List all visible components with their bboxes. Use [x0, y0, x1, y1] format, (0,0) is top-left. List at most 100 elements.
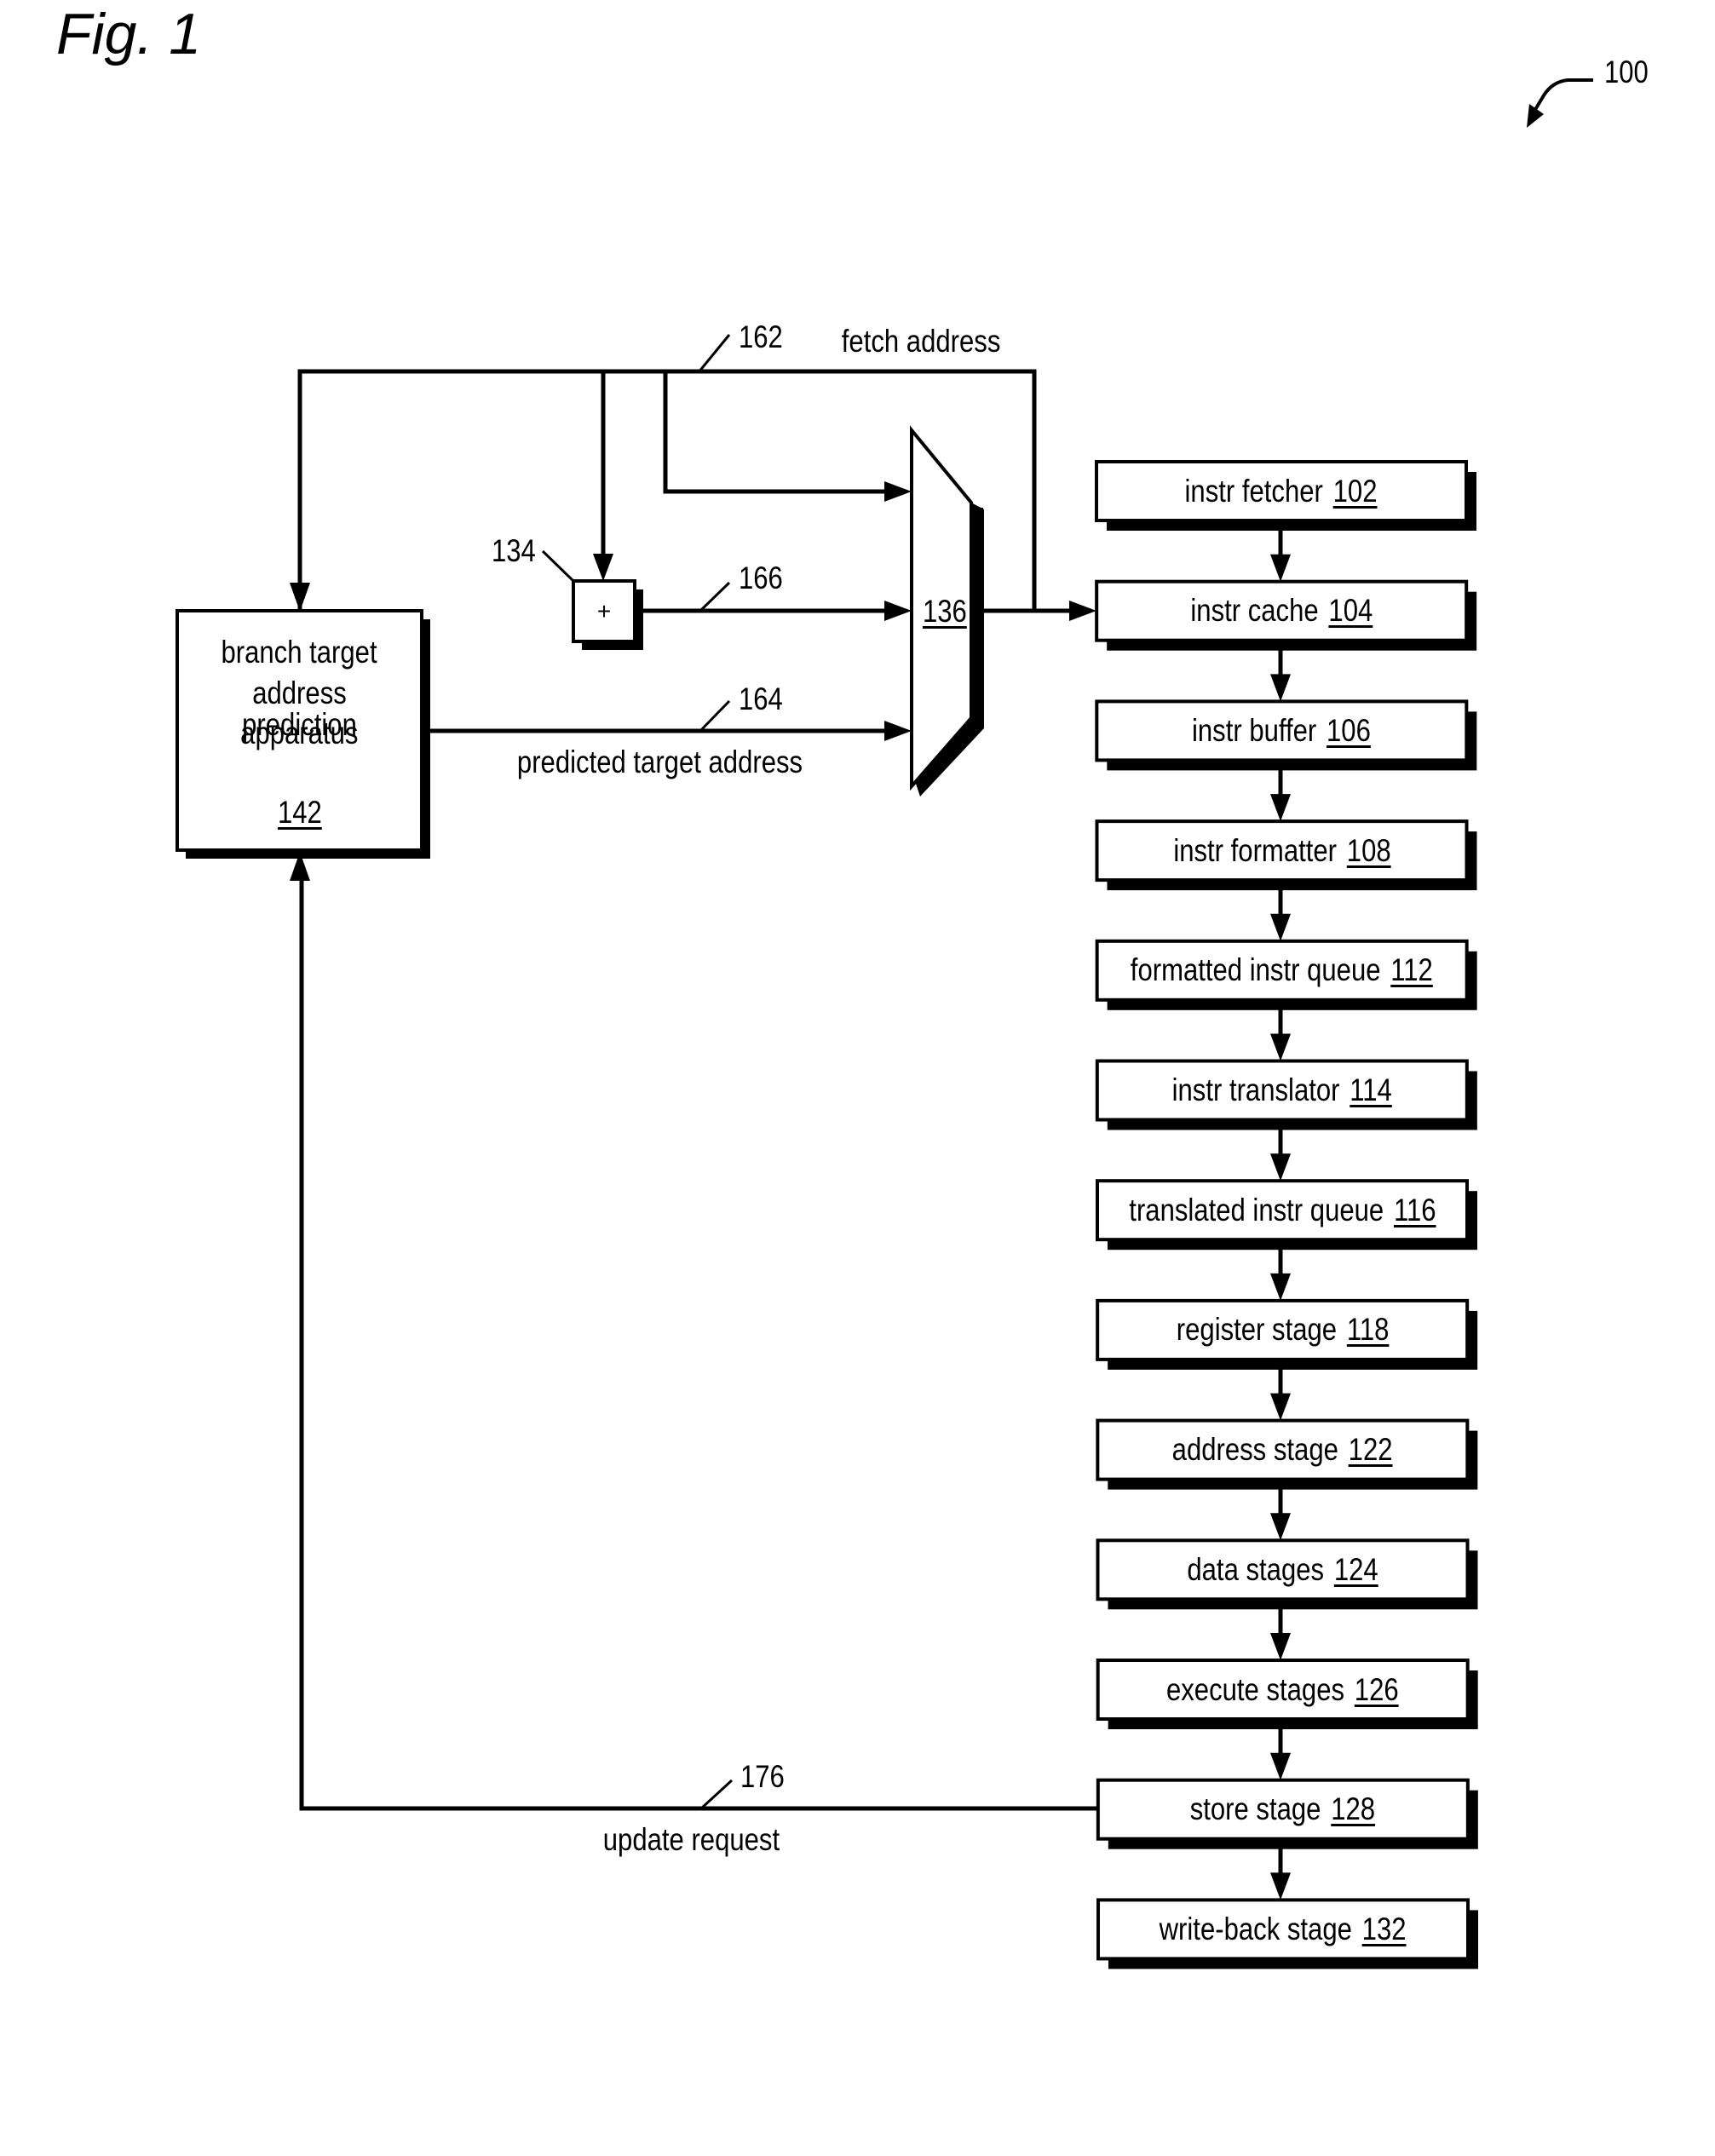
fetch-bus-ref: 162 [738, 319, 783, 354]
stage-name: instr formatter [1172, 832, 1337, 868]
stage-name: register stage [1176, 1312, 1337, 1348]
pipeline-stage: data stages 124 [1098, 1540, 1468, 1599]
fetch-label-wrap: fetch address [826, 325, 1016, 357]
figure-ref-wrap: 100 [1600, 56, 1653, 88]
stage-arrowhead [1270, 1633, 1291, 1660]
plus-icon: + [596, 597, 612, 624]
stage-label-group: instr formatter 108 [1173, 833, 1390, 869]
leader-162 [697, 334, 731, 373]
fetch-address-label: fetch address [841, 324, 1001, 359]
stage-name: instr cache [1190, 593, 1319, 629]
pipeline-stage: formatted instr queue 112 [1097, 941, 1467, 1000]
pipeline-stage: instr translator 114 [1097, 1061, 1467, 1120]
stage-label-group: execute stages 126 [1166, 1672, 1399, 1708]
adder-ref: 134 [491, 533, 536, 568]
stage-name: formatted instr queue [1131, 952, 1381, 988]
stage-ref: 112 [1390, 952, 1434, 988]
stage-ref: 104 [1328, 593, 1373, 629]
stage-label-group: write-back stage 132 [1160, 1912, 1407, 1947]
stage-name: instr translator [1171, 1072, 1340, 1107]
adder-ref-wrap: 134 [487, 535, 540, 566]
arrowhead-mux-in-1 [884, 481, 912, 502]
stage-label-group: address stage 122 [1172, 1432, 1393, 1468]
stage-label-group: instr cache 104 [1190, 593, 1373, 629]
predictor-ref: 142 [277, 795, 322, 830]
leader-166 [699, 581, 731, 612]
adder-symbol-wrap: + [573, 581, 635, 641]
pipeline-stage: store stage 128 [1098, 1780, 1468, 1839]
pred-label-wrap: predicted target address [490, 746, 830, 778]
stage-ref: 108 [1346, 832, 1391, 868]
mux-ref: 136 [922, 594, 967, 629]
stage-arrowhead [1270, 1033, 1291, 1061]
figure-reference: 100 [1603, 55, 1649, 89]
stage-name: address stage [1171, 1432, 1339, 1468]
arrowhead-to-predictor [290, 583, 310, 612]
update-request-ref: 176 [740, 1759, 785, 1794]
stage-arrowhead [1270, 1393, 1291, 1421]
stage-name: translated instr queue [1128, 1192, 1384, 1227]
update-request-label: update request [602, 1822, 780, 1857]
stage-arrowhead [1270, 913, 1291, 941]
leader-176 [699, 1779, 734, 1810]
stage-ref: 118 [1346, 1312, 1389, 1348]
stage-arrowhead [1270, 1513, 1291, 1541]
stage-label-group: data stages 124 [1187, 1552, 1378, 1588]
branch-target-address-prediction-apparatus: branch target address prediction apparat… [177, 611, 422, 850]
stage-label-group: store stage 128 [1190, 1791, 1375, 1827]
stage-label-group: instr translator 114 [1172, 1072, 1392, 1108]
stage-name: write-back stage [1160, 1911, 1353, 1946]
stage-name: data stages [1187, 1551, 1325, 1587]
leader-164 [699, 699, 731, 733]
pipeline-stage: execute stages 126 [1098, 1660, 1468, 1719]
pipeline-stage: translated instr queue 116 [1097, 1181, 1467, 1239]
stage-ref: 116 [1393, 1192, 1436, 1227]
leader-134 [541, 549, 575, 583]
stage-arrowhead [1270, 794, 1291, 822]
stage-label-group: instr buffer 106 [1192, 713, 1371, 749]
predictor-line-3: apparatus [240, 716, 359, 750]
pipeline-stage: instr formatter 108 [1097, 821, 1467, 880]
arrowhead-mux-in-3 [884, 721, 912, 741]
update-request-line [299, 877, 1098, 1811]
arrowhead-to-adder [593, 554, 613, 581]
stage-label-group: instr fetcher 102 [1185, 474, 1378, 509]
stage-name: store stage [1190, 1791, 1321, 1827]
predictor-line-1: branch target [221, 635, 378, 670]
predicted-target-label: predicted target address [516, 745, 803, 779]
stage-name: instr fetcher [1185, 473, 1324, 509]
pipeline-stage: instr cache 104 [1096, 582, 1466, 641]
stage-arrowhead [1270, 554, 1291, 582]
stage-arrowhead [1270, 1153, 1291, 1181]
adder-output-ref: 166 [738, 561, 783, 595]
predicted-target-ref: 164 [738, 681, 783, 716]
stage-arrowhead [1270, 1872, 1291, 1900]
stage-ref: 102 [1333, 473, 1378, 509]
stage-ref: 128 [1331, 1791, 1376, 1827]
stage-arrowhead [1270, 1752, 1291, 1780]
stage-name: execute stages [1166, 1671, 1345, 1707]
arrowhead-to-cache [1069, 601, 1096, 621]
stage-ref: 106 [1327, 712, 1372, 748]
stage-arrowhead [1270, 1273, 1291, 1301]
pipeline-stage: instr buffer 106 [1096, 701, 1466, 760]
stage-label-group: formatted instr queue 112 [1131, 952, 1433, 988]
adder-out-ref-wrap: 166 [734, 562, 787, 594]
update-label-wrap: update request [586, 1824, 797, 1855]
pipeline-stage: address stage 122 [1097, 1421, 1467, 1480]
bus-ref-wrap: 162 [734, 321, 787, 353]
mux-ref-wrap: 136 [918, 595, 971, 627]
pipeline-stage: instr fetcher 102 [1096, 462, 1466, 520]
figure-title: Fig. 1 [56, 2, 202, 66]
pipeline-stage: register stage 118 [1097, 1301, 1467, 1360]
stage-ref: 124 [1333, 1551, 1378, 1587]
arrowhead-mux-in-2 [884, 601, 912, 621]
pipeline-stage: write-back stage 132 [1098, 1900, 1468, 1958]
figure-reference-arrow [1527, 78, 1593, 128]
stage-ref: 132 [1362, 1911, 1407, 1946]
stage-ref: 114 [1350, 1072, 1392, 1107]
pred-ref-wrap: 164 [734, 683, 787, 715]
stage-ref: 126 [1355, 1671, 1399, 1707]
update-ref-wrap: 176 [736, 1761, 789, 1792]
stage-ref: 122 [1348, 1432, 1393, 1468]
